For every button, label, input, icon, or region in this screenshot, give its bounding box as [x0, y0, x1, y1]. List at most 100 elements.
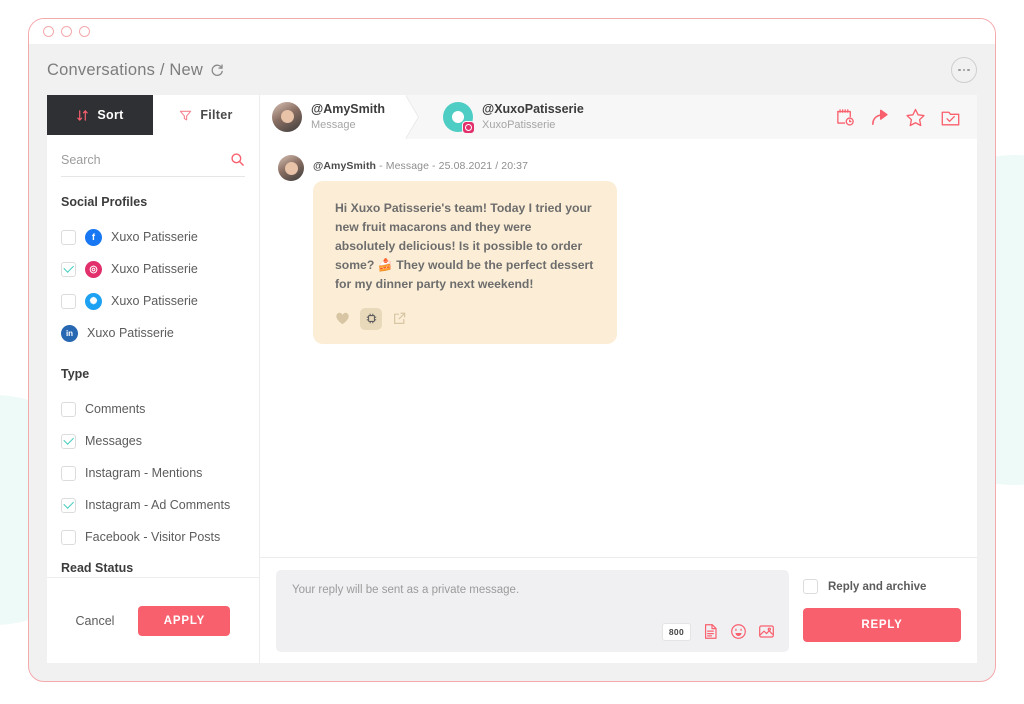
checkbox-reply-and-archive[interactable]: [803, 579, 818, 594]
window-titlebar: [29, 19, 995, 45]
user-photo-avatar: [272, 102, 302, 132]
search-input[interactable]: [61, 152, 230, 167]
party-recipient-name: @XuxoPatisserie: [482, 102, 584, 117]
reply-button[interactable]: REPLY: [803, 608, 961, 642]
reply-submit-area: Reply and archive REPLY: [803, 579, 961, 642]
option-label: Instagram - Ad Comments: [85, 498, 231, 512]
instagram-badge-icon: [462, 121, 476, 134]
party-sender-sub: Message: [311, 119, 356, 132]
char-counter: 800: [661, 622, 691, 641]
search-icon[interactable]: [230, 152, 245, 167]
breadcrumb: Conversations / New: [47, 61, 225, 80]
tab-filter[interactable]: Filter: [153, 95, 259, 135]
sort-arrows-icon: [76, 109, 89, 122]
checkbox-social-twitter[interactable]: [61, 293, 76, 309]
party-recipient-sub: XuxoPatisserie: [482, 119, 556, 132]
option-label: Xuxo Patisserie: [111, 262, 198, 276]
browser-window: Conversations / New Sort Filter Search S…: [28, 18, 996, 682]
message-actions: [335, 307, 595, 330]
open-external-icon[interactable]: [392, 311, 407, 326]
message-meta: @AmySmith - Message - 25.08.2021 / 20:37: [313, 155, 959, 172]
option-label: Facebook - Visitor Posts: [85, 530, 221, 544]
message-bubble: Hi Xuxo Patisserie's team! Today I tried…: [313, 181, 617, 344]
option-type-comments[interactable]: Comments: [61, 393, 245, 425]
option-social-linkedin[interactable]: in Xuxo Patisserie: [61, 317, 245, 349]
star-icon[interactable]: [905, 107, 926, 128]
facebook-icon: f: [85, 228, 102, 246]
checkbox-type-instagram-mentions[interactable]: [61, 465, 76, 481]
reply-tools: 800: [661, 622, 775, 641]
like-heart-icon[interactable]: [335, 311, 350, 326]
sidebar-tabs: Sort Filter: [47, 95, 259, 135]
reply-input-box[interactable]: Your reply will be sent as a private mes…: [276, 569, 789, 652]
group-title-social-profiles: Social Profiles: [61, 195, 148, 209]
option-type-instagram-mentions[interactable]: Instagram - Mentions: [61, 457, 245, 489]
filter-sidebar: Sort Filter Search Social Profiles f Xux…: [47, 95, 259, 663]
party-sender-name: @AmySmith: [311, 102, 386, 117]
option-label: Xuxo Patisserie: [111, 294, 198, 308]
message-item: @AmySmith - Message - 25.08.2021 / 20:37…: [278, 155, 959, 344]
checkbox-social-facebook[interactable]: [61, 229, 76, 245]
option-type-facebook-visitor-posts[interactable]: Facebook - Visitor Posts: [61, 521, 245, 553]
option-type-messages[interactable]: Messages: [61, 425, 245, 457]
window-close-dot[interactable]: [43, 26, 54, 37]
tab-filter-label: Filter: [200, 108, 233, 122]
breadcrumb-label: Conversations / New: [47, 60, 204, 79]
group-title-type: Type: [61, 367, 90, 381]
message-body: Hi Xuxo Patisserie's team! Today I tried…: [335, 201, 594, 291]
saved-replies-icon[interactable]: [702, 623, 719, 640]
reply-and-archive-label: Reply and archive: [828, 580, 927, 593]
meta-sep-2: -: [429, 160, 439, 172]
schedule-icon[interactable]: [835, 107, 856, 128]
forward-icon[interactable]: [870, 107, 891, 128]
message-type: Message: [385, 160, 430, 172]
checkbox-type-comments[interactable]: [61, 401, 76, 417]
message-author-avatar: [278, 155, 304, 181]
filter-options-scroll[interactable]: Social Profiles f Xuxo Patisserie ◎ Xuxo…: [47, 177, 259, 577]
donut-logo-avatar: [443, 102, 476, 134]
meta-sep-1: -: [376, 160, 386, 172]
option-social-twitter[interactable]: ✺ Xuxo Patisserie: [61, 285, 245, 317]
option-social-facebook[interactable]: f Xuxo Patisserie: [61, 221, 245, 253]
conversation-header-actions: [835, 107, 977, 128]
reply-placeholder: Your reply will be sent as a private mes…: [292, 583, 520, 596]
emoji-icon[interactable]: [730, 623, 747, 640]
checkbox-social-instagram[interactable]: [61, 261, 76, 277]
option-social-instagram[interactable]: ◎ Xuxo Patisserie: [61, 253, 245, 285]
window-maximize-dot[interactable]: [79, 26, 90, 37]
sidebar-footer: Cancel APPLY: [47, 577, 259, 663]
apply-button[interactable]: APPLY: [138, 605, 231, 636]
linkedin-icon: in: [61, 324, 78, 342]
party-recipient[interactable]: @XuxoPatisserie XuxoPatisserie: [431, 95, 604, 139]
twitter-icon: ✺: [85, 292, 102, 310]
refresh-icon[interactable]: [210, 63, 225, 78]
option-type-instagram-ad-comments[interactable]: Instagram - Ad Comments: [61, 489, 245, 521]
message-thread[interactable]: @AmySmith - Message - 25.08.2021 / 20:37…: [260, 139, 977, 557]
reply-and-archive-option[interactable]: Reply and archive: [803, 579, 961, 594]
checkbox-type-instagram-ad-comments[interactable]: [61, 497, 76, 513]
option-label: Instagram - Mentions: [85, 466, 203, 480]
tab-sort-label: Sort: [97, 108, 124, 122]
conversation-panel: @AmySmith Message @XuxoPatisserie XuxoPa…: [259, 95, 977, 663]
message-timestamp: 25.08.2021 / 20:37: [438, 160, 529, 172]
chip-icon[interactable]: [360, 307, 382, 330]
kebab-dot-2: [962, 68, 966, 72]
more-options-icon[interactable]: [951, 57, 977, 83]
party-sender[interactable]: @AmySmith Message: [260, 95, 420, 139]
archive-folder-icon[interactable]: [940, 107, 961, 128]
option-label: Xuxo Patisserie: [87, 326, 174, 340]
checkbox-type-messages[interactable]: [61, 433, 76, 449]
app-root: Conversations / New Sort Filter Search S…: [0, 0, 1024, 704]
tab-sort[interactable]: Sort: [47, 95, 153, 135]
cancel-button[interactable]: Cancel: [76, 614, 115, 628]
group-title-read-status: Read Status: [61, 561, 134, 575]
checkbox-type-facebook-visitor-posts[interactable]: [61, 529, 76, 545]
reply-area: Your reply will be sent as a private mes…: [260, 557, 977, 663]
window-minimize-dot[interactable]: [61, 26, 72, 37]
option-label: Xuxo Patisserie: [111, 230, 198, 244]
option-label: Comments: [85, 402, 146, 416]
search-bar: [61, 143, 245, 177]
app-body: Sort Filter Search Social Profiles f Xux…: [47, 95, 977, 663]
image-icon[interactable]: [758, 623, 775, 640]
message-author-name: @AmySmith: [313, 160, 377, 172]
